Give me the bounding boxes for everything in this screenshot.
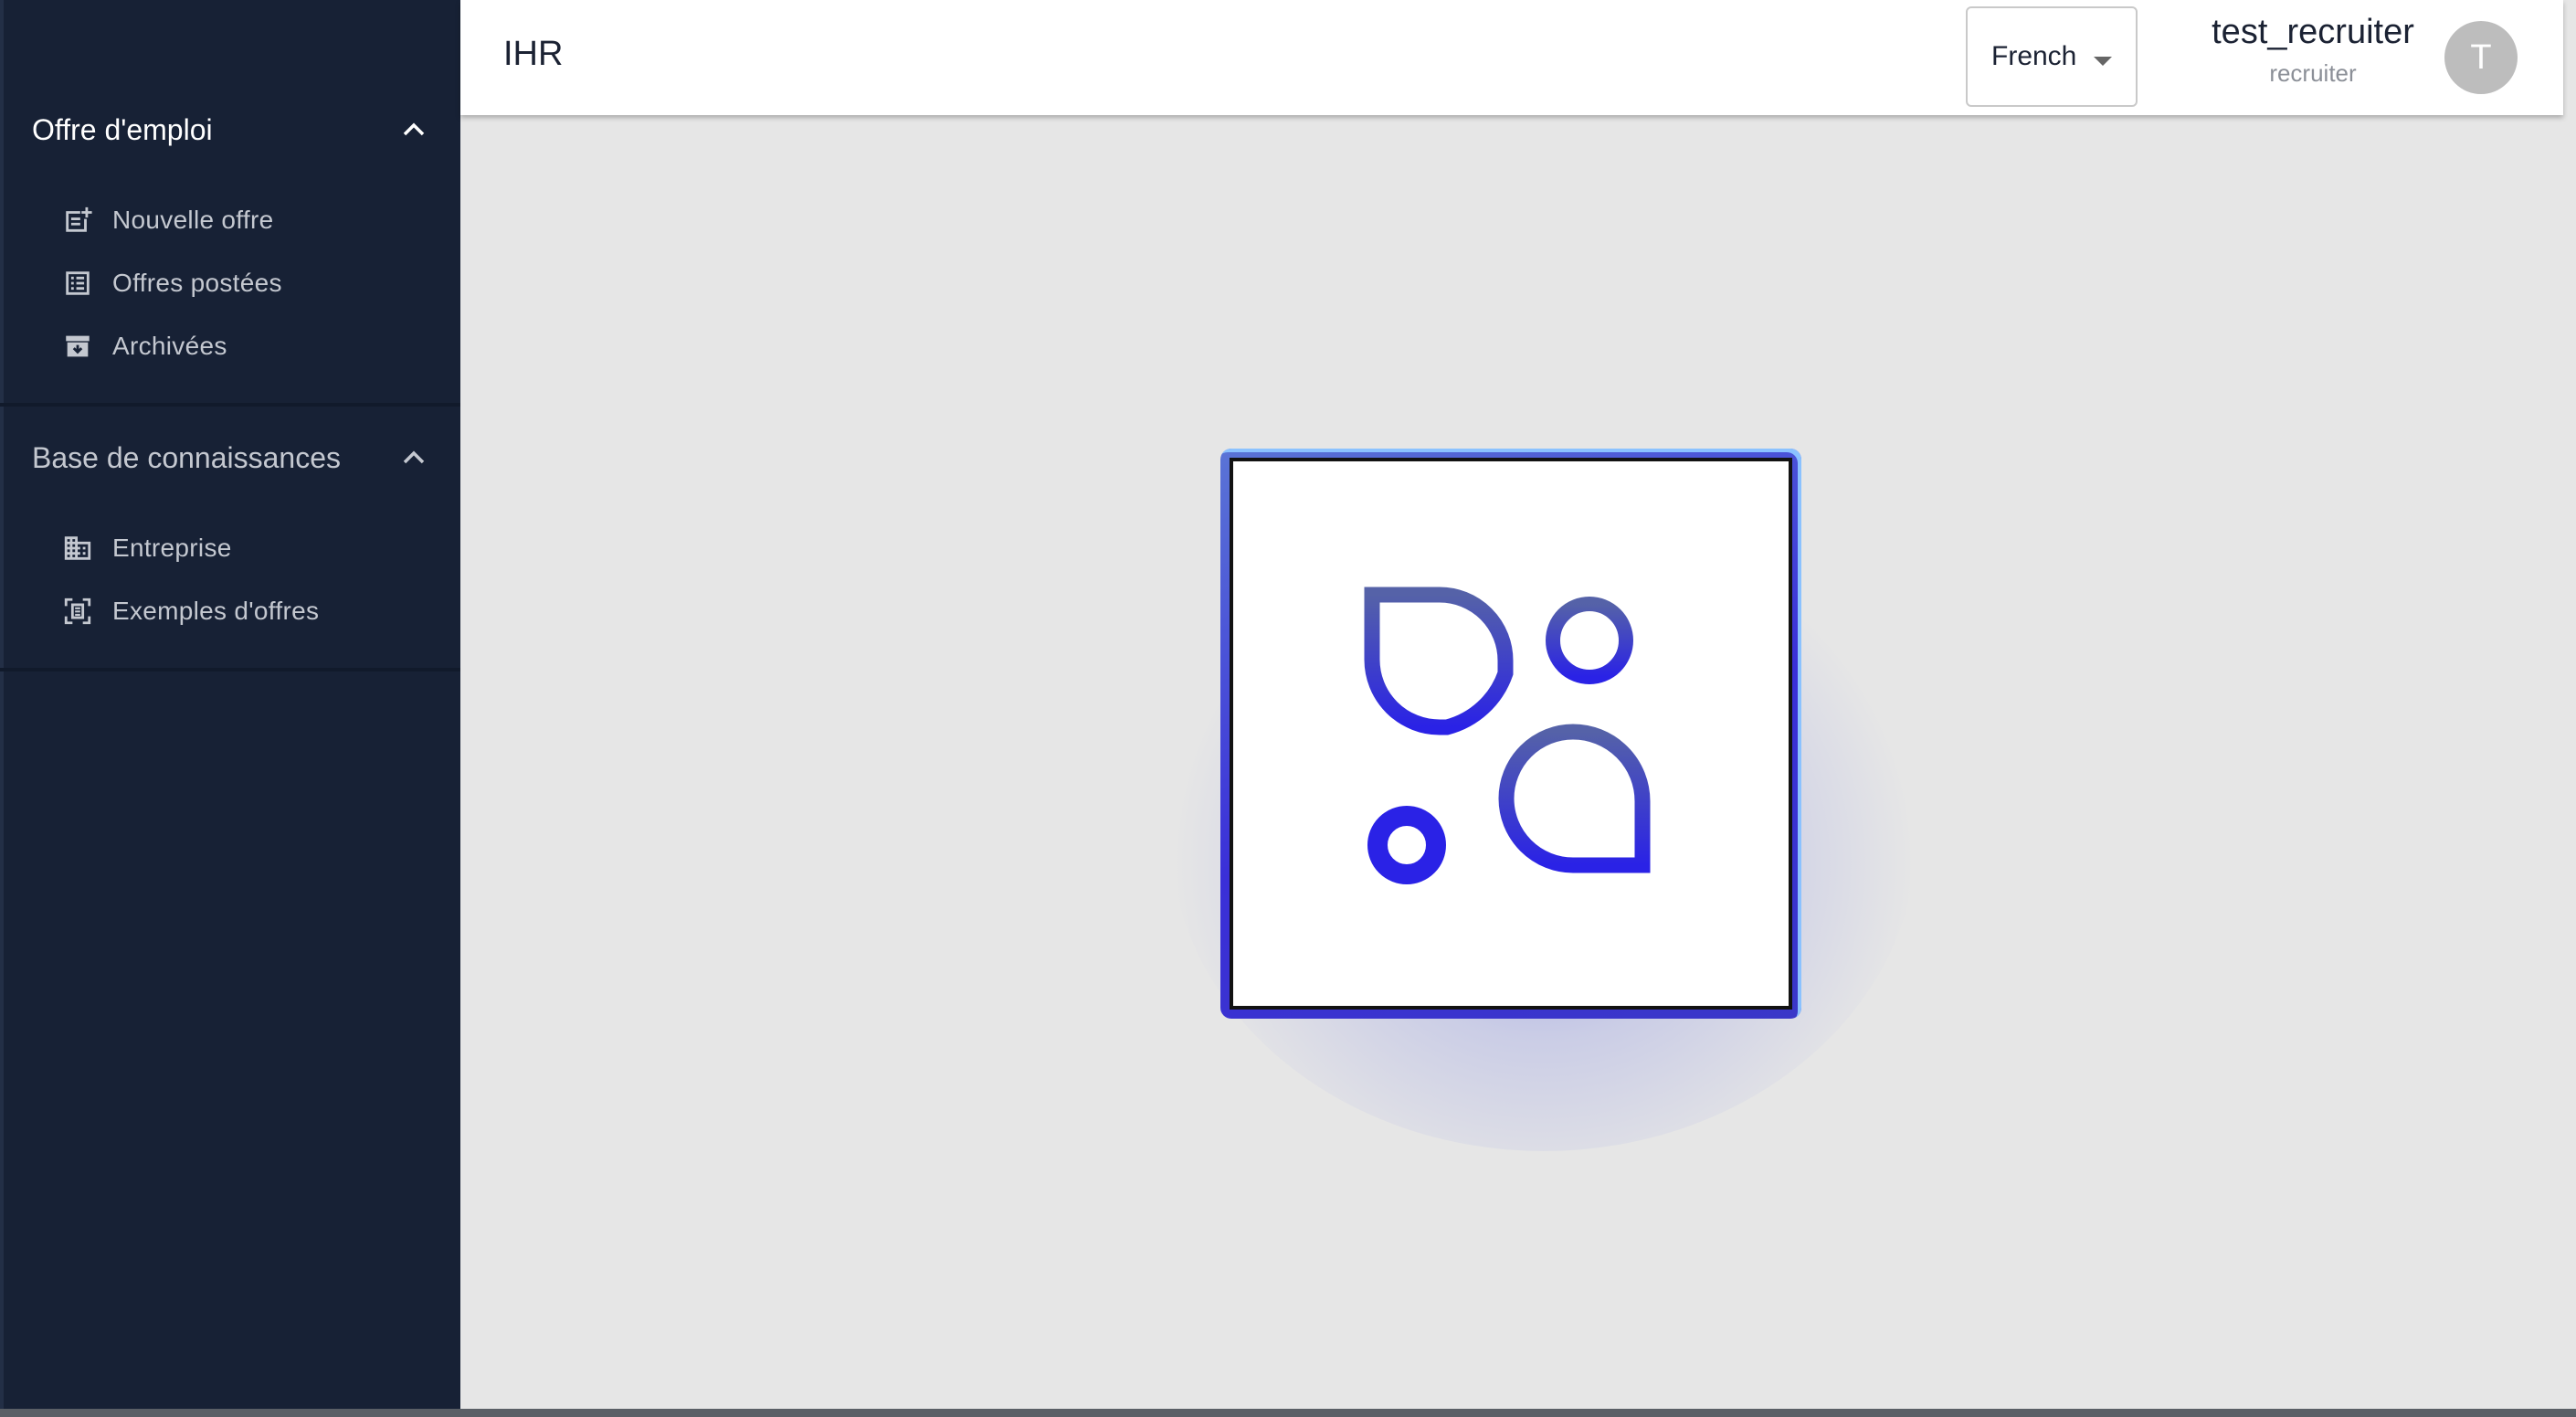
sidebar-top-spacer bbox=[0, 0, 460, 79]
sidebar-section-knowledge-base: Base de connaissances Entreprise Exemple… bbox=[0, 407, 460, 671]
sidebar-item-archived[interactable]: Archivées bbox=[0, 314, 460, 377]
section-toggle-knowledge-base[interactable]: Base de connaissances bbox=[0, 407, 460, 509]
chevron-up-icon bbox=[400, 116, 428, 143]
sidebar-item-label: Archivées bbox=[112, 331, 227, 360]
app-logo bbox=[1230, 458, 1792, 1010]
sidebar-item-posted-offers[interactable]: Offres postées bbox=[0, 251, 460, 314]
top-app-bar: IHR French test_recruiter recruiter T bbox=[460, 0, 2563, 115]
avatar[interactable]: T bbox=[2444, 21, 2518, 94]
sidebar-section-job-offers: Offre d'emploi Nouvelle offre Offres pos… bbox=[0, 79, 460, 407]
new-post-icon bbox=[61, 204, 94, 237]
user-name: test_recruiter bbox=[2212, 13, 2414, 51]
sidebar-item-offer-examples[interactable]: Exemples d'offres bbox=[0, 579, 460, 642]
archive-icon bbox=[61, 330, 94, 363]
sidebar-item-label: Nouvelle offre bbox=[112, 205, 274, 234]
sidebar-item-label: Offres postées bbox=[112, 268, 282, 297]
dropdown-caret-icon bbox=[2094, 57, 2112, 66]
chevron-up-icon bbox=[400, 444, 428, 471]
app-logo-card bbox=[1220, 449, 1801, 1019]
building-icon bbox=[61, 532, 94, 565]
sidebar-item-company[interactable]: Entreprise bbox=[0, 516, 460, 579]
sidebar: Offre d'emploi Nouvelle offre Offres pos… bbox=[0, 0, 460, 1412]
document-scan-icon bbox=[61, 595, 94, 628]
logo-mark-icon bbox=[1364, 587, 1651, 884]
sidebar-item-new-offer[interactable]: Nouvelle offre bbox=[0, 188, 460, 251]
app-brand[interactable]: IHR bbox=[503, 35, 563, 74]
section-toggle-job-offers[interactable]: Offre d'emploi bbox=[0, 79, 460, 181]
user-role: recruiter bbox=[2269, 59, 2357, 87]
sidebar-item-label: Entreprise bbox=[112, 533, 232, 562]
user-info: test_recruiter recruiter bbox=[2194, 13, 2432, 88]
section-title: Offre d'emploi bbox=[32, 112, 213, 146]
language-select[interactable]: French bbox=[1966, 6, 2138, 107]
language-value: French bbox=[1991, 41, 2077, 71]
sidebar-item-label: Exemples d'offres bbox=[112, 596, 320, 625]
section-title: Base de connaissances bbox=[32, 440, 341, 474]
list-icon bbox=[61, 267, 94, 300]
bottom-border bbox=[0, 1409, 2576, 1417]
